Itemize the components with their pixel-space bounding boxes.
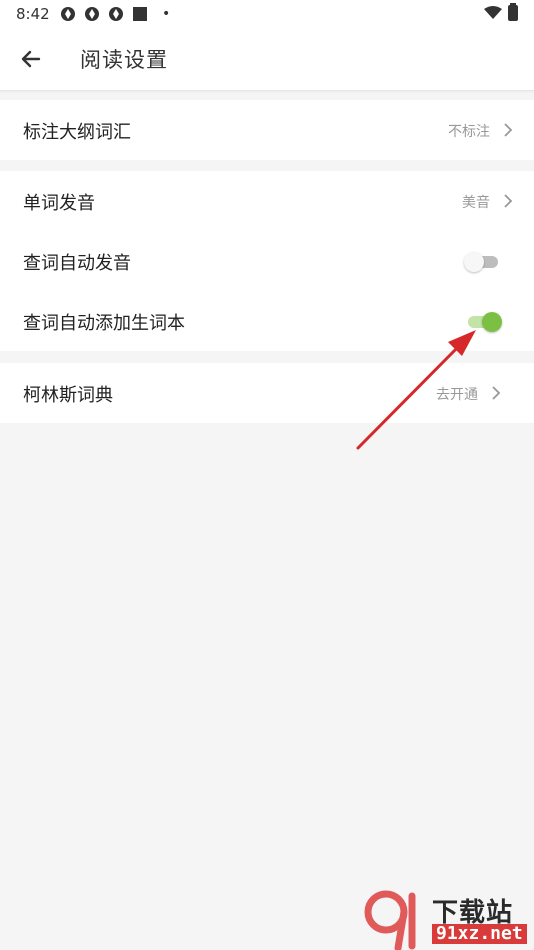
back-arrow-icon[interactable]	[16, 44, 46, 74]
chevron-right-icon	[492, 386, 501, 400]
chevron-right-icon	[504, 123, 513, 137]
setting-row-word-pronunciation[interactable]: 单词发音 美音	[0, 171, 534, 231]
wifi-icon	[484, 6, 502, 19]
setting-row-auto-pronounce: 查词自动发音	[0, 231, 534, 291]
setting-value: 不标注	[448, 124, 490, 140]
setting-row-collins-dictionary[interactable]: 柯林斯词典 去开通	[0, 363, 534, 423]
page-title: 阅读设置	[80, 48, 168, 72]
setting-label: 标注大纲词汇	[23, 122, 131, 143]
battery-icon	[508, 3, 518, 21]
app-notification-icon	[85, 7, 99, 21]
app-notification-icon	[61, 7, 75, 21]
app-bar: 阅读设置	[0, 28, 534, 90]
auto-pronounce-toggle[interactable]	[464, 250, 502, 272]
setting-label: 查词自动发音	[23, 253, 131, 274]
toggle-knob	[482, 312, 502, 332]
auto-add-wordbook-toggle[interactable]	[464, 310, 502, 332]
square-notification-icon	[133, 7, 147, 21]
more-notifications-icon: •	[162, 6, 171, 22]
app-notification-icon	[109, 7, 123, 21]
settings-group-outline: 标注大纲词汇 不标注	[0, 100, 534, 160]
site-watermark: 下载站 91xz.net	[362, 890, 534, 950]
status-time: 8:42	[16, 5, 50, 23]
setting-row-outline-vocab[interactable]: 标注大纲词汇 不标注	[0, 100, 534, 160]
toggle-knob	[464, 252, 484, 272]
settings-group-dictionary: 柯林斯词典 去开通	[0, 363, 534, 423]
setting-row-auto-add-wordbook: 查词自动添加生词本	[0, 291, 534, 351]
watermark-logo-icon	[364, 890, 416, 950]
status-bar: 8:42 •	[0, 0, 534, 28]
setting-value: 美音	[462, 195, 490, 211]
setting-label: 柯林斯词典	[23, 385, 113, 406]
top-bar: 8:42 • 阅读设置	[0, 0, 534, 91]
chevron-right-icon	[504, 194, 513, 208]
setting-value: 去开通	[436, 387, 478, 403]
setting-label: 单词发音	[23, 193, 95, 214]
setting-label: 查词自动添加生词本	[23, 313, 185, 334]
watermark-url: 91xz.net	[432, 924, 527, 944]
settings-group-pronunciation: 单词发音 美音 查词自动发音 查词自动添加生词本	[0, 171, 534, 351]
